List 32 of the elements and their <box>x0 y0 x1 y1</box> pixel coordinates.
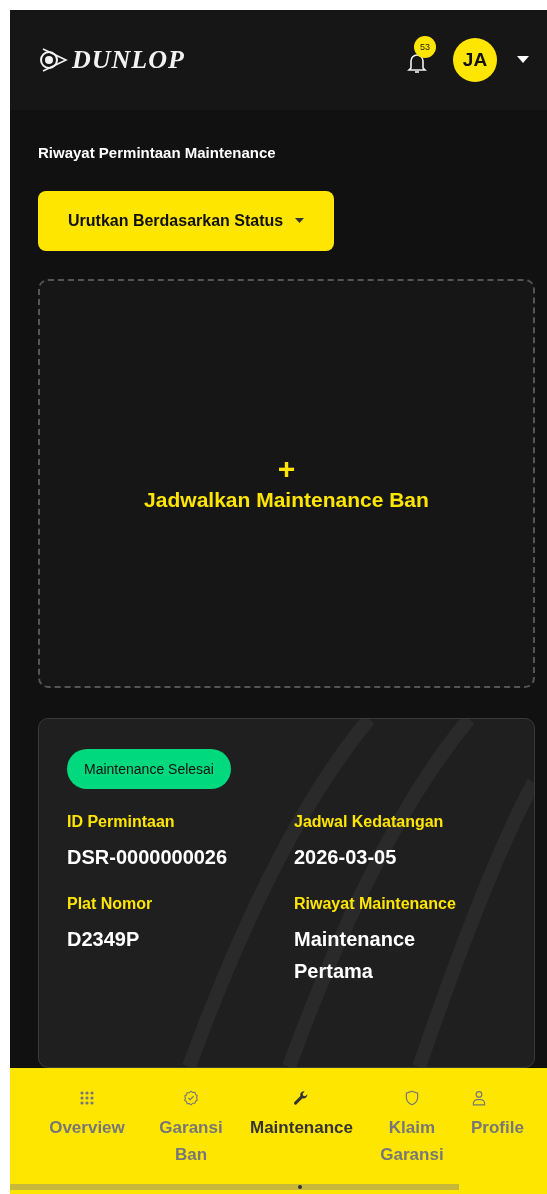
status-badge: Maintenance Selesai <box>67 749 231 789</box>
plus-icon: + <box>277 454 296 485</box>
nav-tab[interactable]: Profile <box>471 1090 547 1184</box>
person-icon <box>471 1090 487 1106</box>
request-card[interactable]: Maintenance Selesai ID Permintaan DSR-0000000026 Jadwal Kedatangan 2026-03-05 Plat Nomor D2349P Riwayat Maintenance Maintenance Pertama <box>38 718 535 1068</box>
field-value: D2349P <box>67 927 141 952</box>
nav-tab[interactable]: Garansi Ban <box>146 1090 236 1184</box>
caret-icon[interactable] <box>517 56 529 64</box>
caret-icon <box>295 218 305 224</box>
page-title: Riwayat Permintaan Maintenance <box>38 144 277 161</box>
field-label: Plat Nomor <box>67 895 154 913</box>
field-label: ID Permintaan <box>67 813 176 831</box>
field-label: Jadwal Kedatangan <box>294 813 445 831</box>
bell-icon[interactable] <box>407 52 427 74</box>
grid-icon <box>79 1090 95 1106</box>
schedule-label: Jadwalkan Maintenance Ban <box>144 488 429 513</box>
logo-icon <box>38 47 68 73</box>
sort-button[interactable]: Urutkan Berdasarkan Status <box>38 191 335 251</box>
schedule-card[interactable]: + Jadwalkan Maintenance Ban <box>38 278 535 688</box>
field-value: 2026-03-05 <box>294 845 398 870</box>
check-badge-icon <box>183 1090 199 1106</box>
field-value: DSR-0000000026 <box>67 845 229 870</box>
wrench-icon <box>293 1090 310 1106</box>
shield-icon <box>404 1090 420 1106</box>
notification-badge: 53 <box>414 36 436 58</box>
field-value: Maintenance Pertama <box>294 927 417 984</box>
user-avatar[interactable]: JA <box>453 38 497 82</box>
field-label: Riwayat Maintenance <box>294 895 457 913</box>
nav-tab[interactable]: Klaim Garansi <box>367 1090 457 1184</box>
brand-logo: DUNLOP <box>72 45 185 75</box>
nav-tab[interactable]: Overview <box>42 1090 132 1184</box>
nav-tab[interactable]: Maintenance <box>250 1090 353 1184</box>
